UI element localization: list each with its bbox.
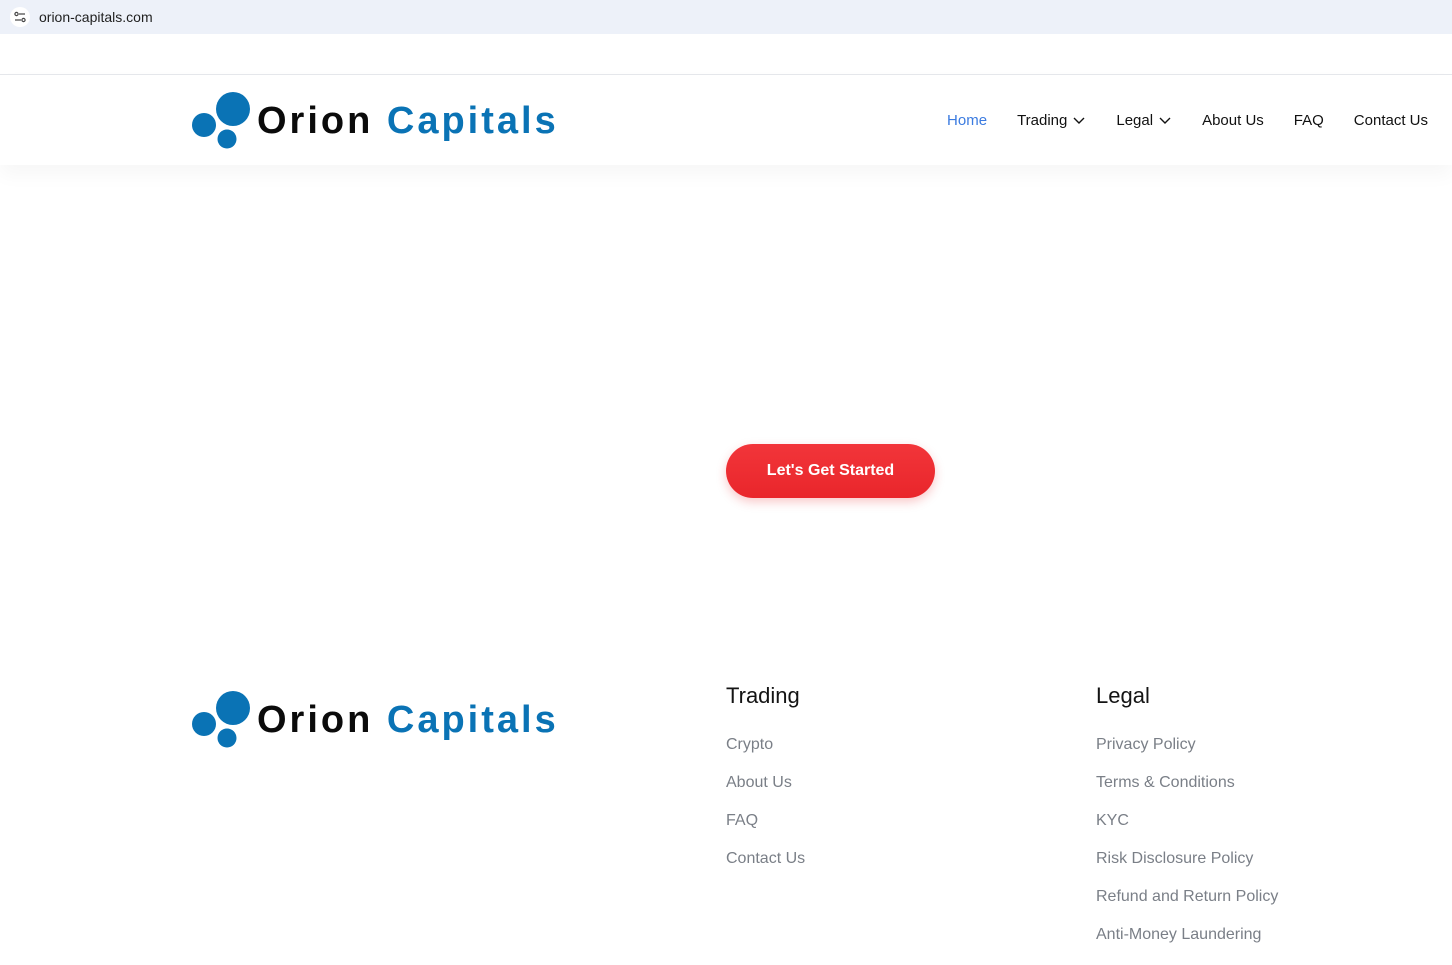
nav-home-label: Home bbox=[947, 111, 988, 129]
nav-legal[interactable]: Legal bbox=[1116, 112, 1172, 129]
main-nav: Home Trading Legal About Us FAQ Contact … bbox=[917, 75, 1428, 165]
logo-word-capitals: Capitals bbox=[386, 699, 559, 741]
logo-word-orion: Orion bbox=[257, 100, 374, 142]
footer-legal-column: Legal Privacy Policy Terms & Conditions … bbox=[1096, 683, 1278, 961]
footer-link-contact-us[interactable]: Contact Us bbox=[726, 847, 805, 885]
nav-legal-label: Legal bbox=[1116, 111, 1154, 129]
logo-dots-icon bbox=[192, 691, 250, 748]
chevron-down-icon bbox=[1159, 117, 1171, 124]
logo-wordmark: Orion Capitals bbox=[257, 701, 559, 739]
tune-icon[interactable] bbox=[10, 7, 30, 27]
header-logo[interactable]: Orion Capitals bbox=[191, 92, 559, 150]
footer-legal-heading: Legal bbox=[1096, 683, 1150, 708]
footer-link-about-us[interactable]: About Us bbox=[726, 771, 805, 809]
nav-faq-label: FAQ bbox=[1293, 111, 1324, 129]
chevron-down-icon bbox=[1073, 117, 1085, 124]
footer-link-faq[interactable]: FAQ bbox=[726, 809, 805, 847]
logo-dots-icon bbox=[192, 92, 250, 149]
nav-faq[interactable]: FAQ bbox=[1294, 112, 1324, 129]
nav-trading-label: Trading bbox=[1017, 111, 1068, 129]
logo-word-capitals: Capitals bbox=[386, 100, 559, 142]
logo-word-orion: Orion bbox=[257, 699, 374, 741]
footer-logo[interactable]: Orion Capitals bbox=[191, 691, 559, 749]
nav-contact-us[interactable]: Contact Us bbox=[1354, 112, 1428, 129]
footer-link-risk-disclosure[interactable]: Risk Disclosure Policy bbox=[1096, 847, 1278, 885]
browser-address-bar: orion-capitals.com bbox=[0, 0, 1452, 34]
footer-link-refund-return[interactable]: Refund and Return Policy bbox=[1096, 885, 1278, 923]
nav-trading[interactable]: Trading bbox=[1017, 112, 1086, 129]
nav-home[interactable]: Home bbox=[947, 112, 987, 129]
nav-contact-us-label: Contact Us bbox=[1353, 111, 1428, 129]
nav-about-us[interactable]: About Us bbox=[1202, 112, 1264, 129]
logo-wordmark: Orion Capitals bbox=[257, 102, 559, 140]
nav-about-us-label: About Us bbox=[1202, 111, 1264, 129]
footer-link-crypto[interactable]: Crypto bbox=[726, 733, 805, 771]
footer-link-privacy-policy[interactable]: Privacy Policy bbox=[1096, 733, 1278, 771]
url-field[interactable]: orion-capitals.com bbox=[0, 0, 1452, 34]
site-header: Orion Capitals Home Trading Legal About … bbox=[0, 74, 1452, 165]
url-text: orion-capitals.com bbox=[39, 9, 153, 25]
footer-link-kyc[interactable]: KYC bbox=[1096, 809, 1278, 847]
footer-trading-heading: Trading bbox=[726, 683, 800, 708]
get-started-button[interactable]: Let's Get Started bbox=[726, 444, 935, 498]
footer-trading-column: Trading Crypto About Us FAQ Contact Us bbox=[726, 683, 805, 885]
footer-link-aml[interactable]: Anti-Money Laundering bbox=[1096, 923, 1278, 961]
footer-link-terms-conditions[interactable]: Terms & Conditions bbox=[1096, 771, 1278, 809]
